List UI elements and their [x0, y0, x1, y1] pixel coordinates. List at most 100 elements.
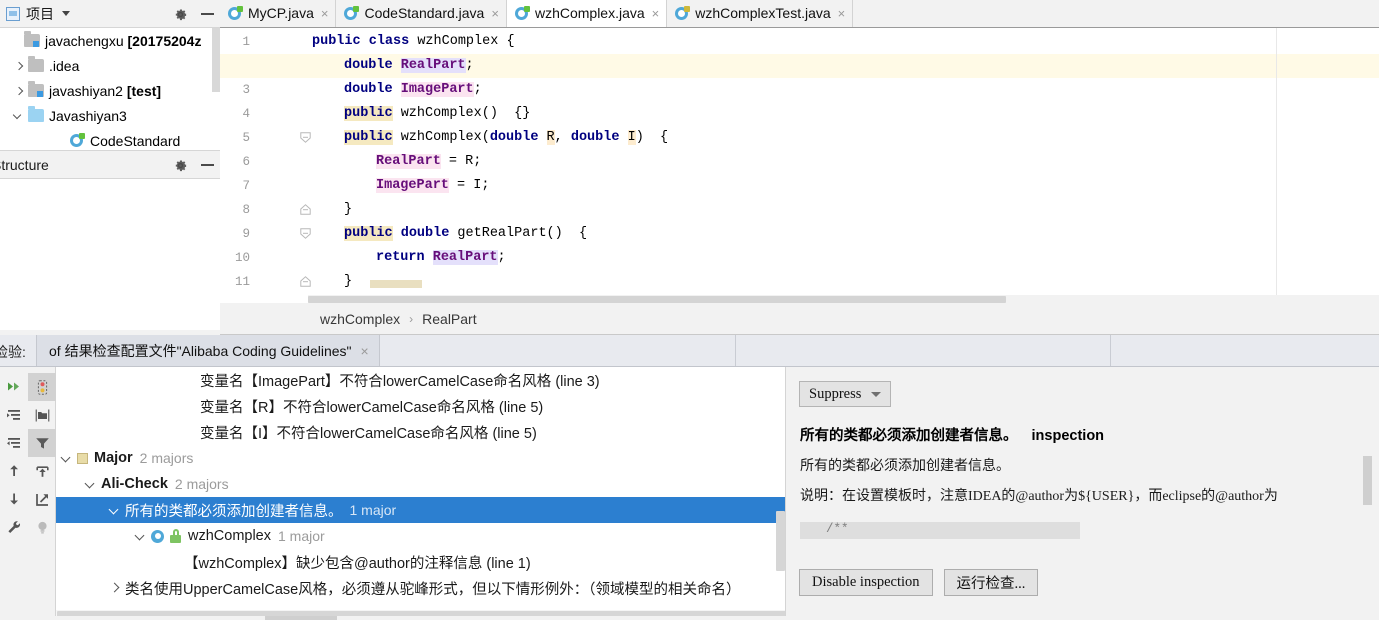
close-icon[interactable]: × — [838, 7, 846, 20]
module-folder-icon — [28, 81, 44, 97]
tree-twisty-icon[interactable] — [14, 111, 24, 121]
tree-twisty-icon[interactable] — [108, 581, 122, 595]
collapse-all-icon[interactable] — [0, 429, 28, 457]
inspection-results-tree[interactable]: 变量名【ImagePart】不符合lowerCamelCase命名风格 (lin… — [56, 367, 785, 620]
tree-twisty-icon[interactable] — [134, 529, 148, 543]
code-line[interactable]: public double getRealPart() { — [308, 222, 587, 246]
next-occurrence-icon[interactable] — [0, 485, 28, 513]
code-line[interactable]: ImagePart = I; — [308, 174, 489, 198]
open-externally-icon[interactable] — [28, 485, 56, 513]
code-token: public — [344, 130, 393, 145]
code-line[interactable]: public wzhComplex(double R, double I) { — [308, 126, 668, 150]
inspection-tab-label: of 结果检查配置文件"Alibaba Coding Guidelines" — [49, 342, 352, 359]
inspection-toolbar — [0, 367, 56, 620]
export-icon[interactable] — [28, 457, 56, 485]
close-icon[interactable]: × — [361, 343, 369, 359]
settings-wrench-icon[interactable] — [0, 513, 28, 541]
code-token: double — [570, 130, 628, 145]
suppress-button[interactable]: Suppress — [799, 381, 892, 407]
project-tree-item[interactable]: javashiyan2 [test] — [0, 78, 220, 103]
folder-icon — [28, 106, 44, 122]
tree-twisty-icon[interactable] — [108, 503, 122, 517]
code-token: RealPart — [400, 58, 466, 73]
editor-tab[interactable]: MyCP.java × — [220, 0, 337, 27]
gear-icon[interactable] — [173, 158, 188, 173]
filter-icon[interactable] — [28, 429, 56, 457]
code-line[interactable]: double RealPart; — [308, 54, 474, 78]
inspection-tree-row-label: Major — [94, 450, 133, 466]
inspection-results-tab[interactable]: of 结果检查配置文件"Alibaba Coding Guidelines" × — [36, 335, 380, 366]
inspection-tree-row[interactable]: 变量名【ImagePart】不符合lowerCamelCase命名风格 (lin… — [56, 367, 785, 393]
tree-twisty-icon[interactable] — [84, 477, 98, 491]
code-token: = I; — [448, 178, 490, 193]
tree-twisty-icon[interactable] — [14, 86, 24, 96]
disable-inspection-button[interactable]: Disable inspection — [799, 569, 933, 596]
code-line[interactable]: public class wzhComplex { — [308, 30, 515, 54]
scrollbar-thumb[interactable] — [308, 296, 1006, 303]
inspection-toolbar-column-right — [28, 373, 56, 541]
tree-vertical-scrollbar[interactable] — [776, 511, 785, 571]
gear-icon[interactable] — [173, 7, 188, 22]
severity-swatch-icon — [77, 452, 88, 464]
inspection-name-suffix: inspection — [1031, 428, 1105, 444]
line-number: 11 — [234, 275, 250, 289]
code-line[interactable]: double ImagePart; — [308, 78, 482, 102]
inspection-severity-icon[interactable] — [28, 373, 56, 401]
inspection-tree-row[interactable]: 变量名【I】不符合lowerCamelCase命名风格 (line 5) — [56, 419, 785, 445]
folded-code-marker — [370, 280, 422, 288]
inspection-tree-row[interactable]: wzhComplex 1 major — [56, 523, 785, 549]
close-icon[interactable]: × — [321, 7, 329, 20]
inspection-tree-row[interactable]: Ali-Check 2 majors — [56, 471, 785, 497]
detail-action-buttons: Disable inspection 运行检查... — [799, 569, 1039, 596]
breadcrumb[interactable]: wzhComplex › RealPart — [220, 303, 1379, 335]
minimize-icon[interactable] — [201, 164, 214, 166]
project-tree-item[interactable]: CodeStandard — [0, 128, 220, 150]
editor-tab[interactable]: CodeStandard.java × — [336, 0, 507, 27]
inspection-tree-row[interactable]: 所有的类都必须添加创建者信息。 1 major — [56, 497, 785, 523]
project-tree-item[interactable]: javachengxu [20175204z — [0, 28, 220, 53]
header-divider — [735, 335, 736, 366]
inspection-tree-row[interactable]: 【wzhComplex】缺少包含@author的注释信息 (line 1) — [56, 549, 785, 575]
chevron-down-icon[interactable] — [62, 11, 70, 16]
code-line[interactable]: public wzhComplex() {} — [308, 102, 530, 126]
editor-tab[interactable]: wzhComplexTest.java × — [667, 0, 854, 27]
tree-twisty-icon[interactable] — [60, 451, 74, 465]
code-line[interactable]: RealPart = R; — [308, 150, 481, 174]
close-icon[interactable]: × — [652, 7, 660, 20]
expand-all-icon[interactable] — [0, 401, 28, 429]
breadcrumb-item-field[interactable]: RealPart — [422, 311, 476, 327]
code-text[interactable]: public class wzhComplex {double RealPart… — [220, 28, 1379, 303]
project-tree-scrollbar[interactable] — [212, 28, 220, 92]
minimize-icon[interactable] — [201, 13, 214, 15]
rerun-icon[interactable] — [0, 373, 28, 401]
project-tree-item[interactable]: .idea — [0, 53, 220, 78]
detail-vertical-scrollbar[interactable] — [1363, 456, 1372, 505]
inspection-tree-row[interactable]: 类名使用UpperCamelCase风格，必须遵从驼峰形式，但以下情形例外：（领… — [56, 575, 785, 601]
project-tree[interactable]: javachengxu [20175204z .idea javashiyan2 [… — [0, 28, 220, 150]
code-token: } — [344, 274, 353, 289]
breadcrumb-item-class[interactable]: wzhComplex — [320, 311, 400, 327]
code-area[interactable]: 1234567891011 public class wzhComplex {d… — [220, 28, 1379, 303]
code-token: wzhComplex() {} — [392, 106, 531, 121]
inspection-tree-row[interactable]: Major 2 majors — [56, 445, 785, 471]
java-class-icon — [514, 5, 530, 21]
code-token: public — [344, 106, 393, 121]
tree-twisty-icon[interactable] — [14, 61, 24, 71]
code-line[interactable]: } — [308, 270, 352, 294]
chevron-down-icon[interactable] — [871, 391, 882, 397]
run-inspection-button[interactable]: 运行检查... — [943, 569, 1039, 596]
code-line[interactable]: } — [308, 198, 352, 222]
project-tree-item[interactable]: Javashiyan3 — [0, 103, 220, 128]
editor-tab[interactable]: wzhComplex.java × — [506, 0, 668, 27]
inspection-tree-row[interactable]: 变量名【R】不符合lowerCamelCase命名风格 (line 5) — [56, 393, 785, 419]
lightbulb-icon[interactable] — [28, 513, 56, 541]
close-icon[interactable]: × — [491, 7, 499, 20]
editor-horizontal-scrollbar[interactable] — [308, 295, 1379, 303]
code-line[interactable]: return RealPart; — [308, 246, 506, 270]
group-by-directory-icon[interactable] — [28, 401, 56, 429]
previous-occurrence-icon[interactable] — [0, 457, 28, 485]
code-token: public — [344, 226, 393, 241]
code-token: ) { — [635, 130, 669, 145]
code-token: ImagePart — [376, 178, 449, 193]
inspection-problem-count: 2 majors — [174, 476, 229, 492]
